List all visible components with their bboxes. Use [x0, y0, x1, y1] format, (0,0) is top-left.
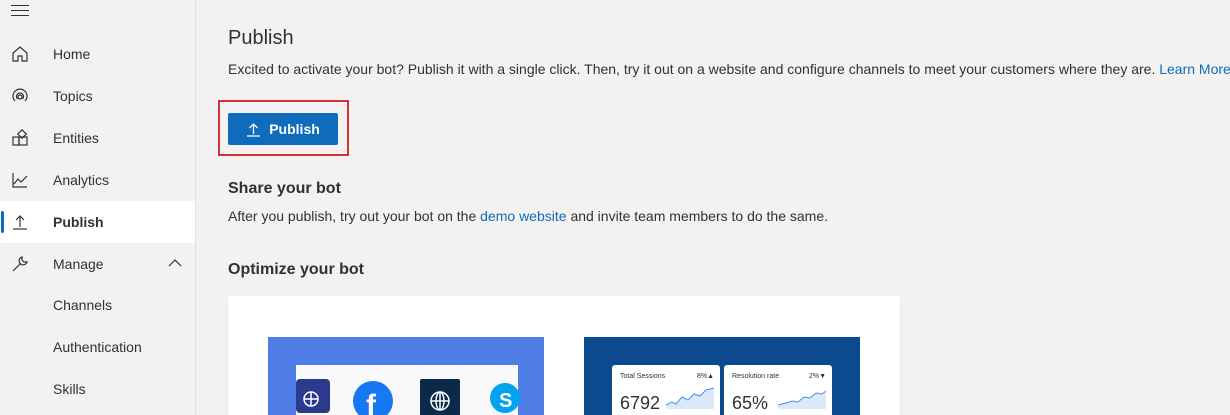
sidebar-item-analytics[interactable]: Analytics: [0, 159, 195, 201]
publish-button-label: Publish: [269, 121, 320, 137]
globe-icon: [420, 379, 460, 415]
sidebar-item-label: Home: [53, 46, 91, 62]
analytics-illustration: Total Sessions 8%▲ 6792 Resolution rate …: [584, 337, 860, 415]
page-title: Publish: [228, 27, 294, 49]
sidebar-item-label: Analytics: [53, 172, 110, 188]
sidebar-subitem-label: Channels: [53, 297, 113, 313]
learn-more-link[interactable]: Learn More: [1159, 61, 1230, 77]
sidebar-item-label: Manage: [53, 256, 104, 272]
stat-value: 6792: [620, 393, 661, 413]
web-chat-icon: [296, 379, 330, 413]
sidebar-item-publish[interactable]: Publish: [0, 201, 195, 243]
wrench-icon: [12, 256, 28, 272]
sidebar-item-entities[interactable]: Entities: [0, 117, 195, 159]
svg-text:f: f: [366, 389, 377, 415]
skype-icon: S: [490, 383, 520, 413]
share-desc-after: and invite team members to do the same.: [570, 208, 829, 224]
sidebar-subitem-channels[interactable]: Channels: [0, 285, 195, 327]
description-text: Excited to activate your bot? Publish it…: [228, 61, 1156, 77]
svg-text:S: S: [499, 390, 512, 412]
page-description: Excited to activate your bot? Publish it…: [228, 61, 1230, 77]
sidebar-item-label: Publish: [53, 214, 104, 230]
publish-button[interactable]: Publish: [228, 113, 338, 145]
share-bot-description: After you publish, try out your bot on t…: [228, 208, 828, 224]
sidebar-item-manage[interactable]: Manage: [0, 243, 195, 285]
share-desc-before: After you publish, try out your bot on t…: [228, 208, 477, 224]
stat-caption: Total Sessions: [620, 373, 666, 380]
sidebar-subitem-label: Authentication: [53, 339, 142, 355]
channels-illustration: f S: [268, 337, 544, 415]
sidebar-subitem-authentication[interactable]: Authentication: [0, 327, 195, 369]
resolution-rate-stat: Resolution rate 2%▼ 65%: [724, 365, 832, 415]
demo-website-link[interactable]: demo website: [480, 208, 566, 224]
total-sessions-stat: Total Sessions 8%▲ 6792: [612, 365, 720, 415]
sparkline-icon: [666, 387, 714, 409]
sidebar-subitem-label: Skills: [53, 381, 86, 397]
channels-panel: f S: [296, 365, 520, 415]
sidebar: Home Topics Entities Analytics Publish M…: [0, 0, 196, 415]
facebook-icon: f: [353, 381, 393, 415]
sidebar-item-label: Topics: [53, 88, 93, 104]
optimize-bot-heading: Optimize your bot: [228, 261, 364, 278]
publish-icon: [13, 215, 27, 230]
chevron-up-icon[interactable]: [168, 258, 182, 268]
share-bot-heading: Share your bot: [228, 180, 341, 197]
analytics-icon: [12, 173, 28, 188]
optimize-card: f S Total Sessions 8%▲ 6792 Resolution r…: [228, 296, 900, 415]
sidebar-item-topics[interactable]: Topics: [0, 75, 195, 117]
stat-delta: 2%▼: [808, 373, 826, 380]
main-content: Publish Excited to activate your bot? Pu…: [197, 0, 1230, 415]
topics-icon: [12, 88, 28, 102]
sidebar-item-label: Entities: [53, 130, 99, 146]
stat-value: 65%: [732, 393, 769, 413]
upload-icon: [247, 122, 261, 137]
sidebar-subitem-skills[interactable]: Skills: [0, 369, 195, 411]
hamburger-menu-icon[interactable]: [11, 5, 29, 19]
stat-caption: Resolution rate: [732, 373, 780, 380]
sparkline-icon: [778, 390, 826, 409]
active-indicator: [1, 211, 4, 233]
sidebar-item-home[interactable]: Home: [0, 33, 195, 75]
home-icon: [12, 46, 28, 62]
stat-delta: 8%▲: [696, 373, 714, 380]
entities-icon: [12, 129, 28, 146]
